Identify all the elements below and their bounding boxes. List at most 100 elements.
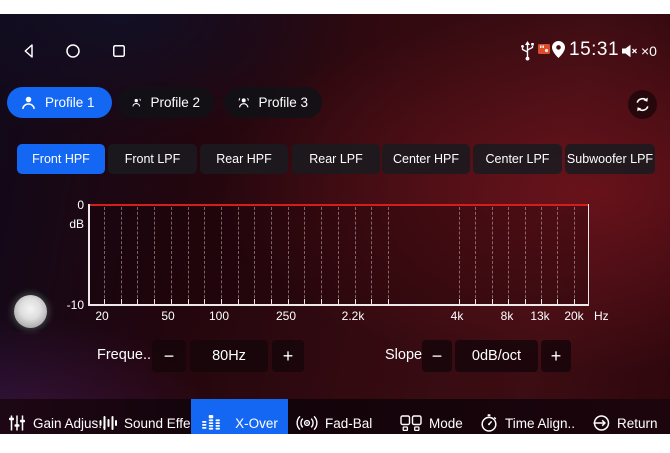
slope-plus-button[interactable]: + bbox=[541, 340, 571, 372]
tab-label: Front HPF bbox=[32, 152, 90, 166]
nav-item-label: X-Over bbox=[235, 416, 278, 431]
response-curve bbox=[90, 204, 588, 206]
tab-profile-2[interactable]: Profile 2 bbox=[118, 87, 214, 118]
frequency-plus-button[interactable]: + bbox=[272, 340, 304, 372]
grid-line bbox=[238, 207, 239, 303]
grid-line bbox=[321, 207, 322, 303]
grid-line bbox=[137, 207, 138, 303]
x-tick-label: 100 bbox=[209, 309, 229, 323]
mode-icon bbox=[400, 415, 422, 432]
gain-adjust-icon bbox=[8, 414, 26, 432]
tab-profile-3[interactable]: Profile 3 bbox=[224, 87, 322, 118]
axis-tick bbox=[338, 299, 339, 304]
frequency-value: 80Hz bbox=[190, 340, 268, 372]
axis-tick bbox=[104, 299, 105, 304]
tab-center-lpf[interactable]: Center LPF bbox=[473, 144, 562, 174]
refresh-icon bbox=[634, 96, 651, 113]
x-tick-label: 4k bbox=[451, 309, 464, 323]
top-white-strip bbox=[0, 0, 670, 14]
axis-tick bbox=[557, 299, 558, 304]
axis-tick bbox=[304, 299, 305, 304]
tab-center-hpf[interactable]: Center HPF bbox=[382, 144, 470, 174]
grid-line bbox=[154, 207, 155, 303]
profile-label: Profile 2 bbox=[150, 95, 200, 110]
x-axis-labels: 20 50 100 250 2.2k 4k 8k 13k 20k Hz bbox=[88, 309, 628, 323]
grid-line bbox=[188, 207, 189, 303]
grid-line bbox=[475, 207, 476, 303]
tab-profile-1[interactable]: Profile 1 bbox=[7, 87, 112, 118]
profile-label: Profile 1 bbox=[45, 95, 95, 110]
axis-tick bbox=[171, 299, 172, 304]
head-unit-screen: 15:31 ×0 Profile 1 Profile 2 bbox=[0, 0, 670, 453]
grid-line bbox=[271, 207, 272, 303]
tab-rear-lpf[interactable]: Rear LPF bbox=[292, 144, 380, 174]
axis-tick bbox=[321, 299, 322, 304]
mute-speaker-icon bbox=[622, 44, 638, 58]
frequency-minus-button[interactable]: − bbox=[152, 340, 186, 372]
fad-bal-icon bbox=[296, 415, 318, 431]
nav-item-label: Mode bbox=[429, 416, 463, 431]
sound-effect-icon bbox=[99, 415, 117, 431]
frequency-label: Freque.. bbox=[97, 347, 151, 363]
tab-subwoofer-lpf[interactable]: Subwoofer LPF bbox=[565, 144, 655, 174]
axis-tick bbox=[137, 299, 138, 304]
usb-status bbox=[519, 41, 536, 61]
grid-line bbox=[338, 207, 339, 303]
x-tick-label: 20k bbox=[564, 309, 583, 323]
tab-label: Rear LPF bbox=[309, 152, 363, 166]
back-button[interactable] bbox=[20, 42, 38, 60]
axis-tick bbox=[271, 299, 272, 304]
grid-line bbox=[371, 207, 372, 303]
axis-tick bbox=[154, 299, 155, 304]
axis-tick bbox=[121, 299, 122, 304]
tab-front-hpf[interactable]: Front HPF bbox=[17, 144, 105, 174]
sd-card-status bbox=[538, 44, 550, 54]
x-tick-label: 8k bbox=[501, 309, 514, 323]
grid-line bbox=[304, 207, 305, 303]
home-button[interactable] bbox=[64, 42, 82, 60]
profile-label: Profile 3 bbox=[258, 95, 308, 110]
grid-line bbox=[541, 207, 542, 303]
clock: 15:31 bbox=[569, 39, 619, 61]
x-tick-label: 50 bbox=[161, 309, 174, 323]
axis-tick bbox=[371, 299, 372, 304]
profile-3-icon bbox=[238, 95, 249, 110]
grid-line bbox=[204, 207, 205, 303]
axis-tick bbox=[188, 299, 189, 304]
axis-tick bbox=[541, 299, 542, 304]
tab-front-lpf[interactable]: Front LPF bbox=[108, 144, 197, 174]
volume-knob-container bbox=[11, 290, 49, 332]
refresh-button[interactable] bbox=[628, 90, 657, 119]
nav-item-label: Gain Adjus.. bbox=[33, 416, 106, 431]
slope-minus-button[interactable]: − bbox=[422, 340, 452, 372]
tab-rear-hpf[interactable]: Rear HPF bbox=[200, 144, 288, 174]
recents-button[interactable] bbox=[110, 42, 128, 60]
nav-item-label: Fad-Bal bbox=[325, 416, 372, 431]
x-over-icon bbox=[201, 415, 221, 431]
axis-tick bbox=[355, 299, 356, 304]
grid-line bbox=[574, 207, 575, 303]
location-pin-icon bbox=[552, 41, 565, 58]
grid-line bbox=[355, 207, 356, 303]
crossover-plot bbox=[88, 204, 589, 306]
profile-2-icon bbox=[132, 95, 141, 110]
tab-label: Center LPF bbox=[486, 152, 550, 166]
grid-line bbox=[171, 207, 172, 303]
profile-1-icon bbox=[21, 95, 36, 110]
grid-line bbox=[288, 207, 289, 303]
tab-label: Center HPF bbox=[393, 152, 459, 166]
home-icon bbox=[64, 42, 82, 60]
nav-item-label: Time Align.. bbox=[505, 416, 575, 431]
time-align-icon bbox=[480, 414, 498, 432]
grid-line bbox=[221, 207, 222, 303]
slope-label: Slope bbox=[385, 347, 422, 363]
axis-tick bbox=[388, 299, 389, 304]
return-icon bbox=[592, 414, 610, 432]
mute-status bbox=[622, 44, 638, 58]
rotary-knob[interactable] bbox=[14, 295, 47, 328]
axis-tick bbox=[525, 299, 526, 304]
x-tick-label: 13k bbox=[530, 309, 549, 323]
usb-icon bbox=[519, 41, 536, 61]
recents-icon bbox=[110, 42, 128, 60]
grid-line bbox=[525, 207, 526, 303]
